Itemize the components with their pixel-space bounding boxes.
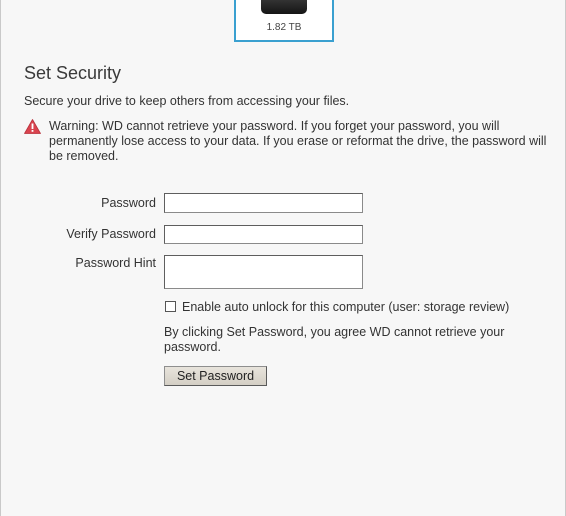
external-drive-icon xyxy=(261,0,307,14)
password-hint-label: Password Hint xyxy=(75,256,156,270)
password-label: Password xyxy=(101,196,156,210)
warning-message: Warning: WD cannot retrieve your passwor… xyxy=(49,119,547,163)
password-field[interactable] xyxy=(164,193,363,213)
auto-unlock-label[interactable]: Enable auto unlock for this computer (us… xyxy=(182,300,509,314)
drive-capacity-label: 1.82 TB xyxy=(266,22,302,33)
page-title: Set Security xyxy=(24,63,122,83)
agreement-notice: By clicking Set Password, you agree WD c… xyxy=(164,325,505,354)
security-description: Secure your drive to keep others from ac… xyxy=(24,94,350,108)
app-panel: 1.82 TB Set Security Secure your drive t… xyxy=(0,0,566,516)
verify-password-label: Verify Password xyxy=(66,227,156,241)
drive-tile[interactable]: 1.82 TB xyxy=(234,0,334,42)
password-hint-field[interactable] xyxy=(164,255,363,289)
verify-password-field[interactable] xyxy=(164,225,363,244)
auto-unlock-checkbox[interactable] xyxy=(165,301,176,312)
set-password-button[interactable]: Set Password xyxy=(164,366,267,386)
warning-triangle-icon xyxy=(24,119,41,134)
